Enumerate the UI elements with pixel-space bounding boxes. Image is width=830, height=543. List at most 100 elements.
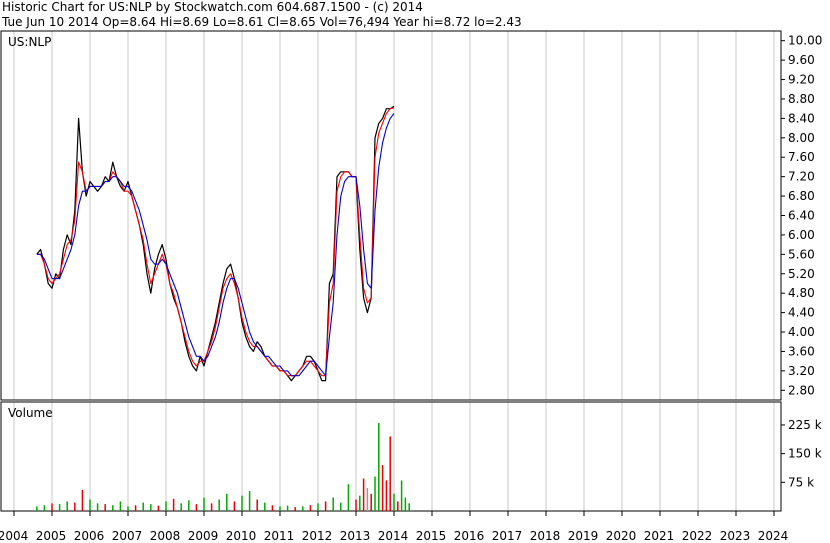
volume-bar bbox=[157, 505, 160, 511]
volume-bar bbox=[279, 506, 281, 511]
historic-chart: US:NLP Volume 10.00 9.60 9.20 8.80 8.40 8.00 7… bbox=[0, 30, 822, 543]
volume-bar bbox=[134, 505, 137, 511]
x-tick-label-2008: 2008 bbox=[150, 529, 181, 543]
volume-bar bbox=[96, 503, 99, 511]
price-tick-label: 4.40 bbox=[788, 306, 815, 320]
volume-bar bbox=[366, 488, 369, 511]
volume-bar bbox=[355, 499, 357, 511]
volume-bar bbox=[241, 495, 243, 511]
x-tick-label-2010: 2010 bbox=[226, 529, 257, 543]
price-axis: 10.00 9.60 9.20 8.80 8.40 8.00 7.60 7.20 6.80 6.4… bbox=[781, 34, 822, 397]
volume-bar bbox=[127, 506, 129, 511]
volume-bar bbox=[404, 497, 407, 511]
volume-bar bbox=[165, 501, 167, 511]
volume-tick-label: 75 k bbox=[788, 475, 814, 489]
volume-bar bbox=[381, 465, 384, 511]
price-tick-label: 3.20 bbox=[788, 364, 815, 378]
volume-bar bbox=[271, 505, 274, 511]
x-tick-label-2012: 2012 bbox=[302, 529, 333, 543]
volume-bar bbox=[218, 499, 220, 511]
volume-bar bbox=[66, 501, 68, 511]
volume-bar bbox=[43, 505, 46, 511]
price-tick-label: 9.20 bbox=[788, 73, 815, 87]
price-tick-label: 6.80 bbox=[788, 189, 815, 203]
x-tick-label-2018: 2018 bbox=[530, 529, 561, 543]
volume-bar bbox=[378, 423, 380, 511]
volume-bar bbox=[256, 499, 258, 511]
x-tick-label-2005: 2005 bbox=[36, 529, 67, 543]
price-tick-label: 6.00 bbox=[788, 228, 815, 242]
x-tick-label-2009: 2009 bbox=[188, 529, 219, 543]
volume-bar bbox=[294, 507, 296, 511]
x-tick-label-2019: 2019 bbox=[568, 529, 599, 543]
x-tick-label-2015: 2015 bbox=[416, 529, 447, 543]
volume-bar bbox=[119, 501, 122, 511]
price-tick-label: 3.60 bbox=[788, 344, 815, 358]
volume-bar bbox=[393, 493, 395, 511]
volume-bar bbox=[180, 503, 182, 511]
volume-bar bbox=[36, 506, 38, 511]
volume-axis: 225 k 150 k 75 k bbox=[781, 418, 822, 489]
volume-bar bbox=[226, 493, 228, 511]
x-tick-label-2016: 2016 bbox=[454, 529, 485, 543]
x-tick-label-2006: 2006 bbox=[74, 529, 105, 543]
volume-bar bbox=[58, 504, 61, 511]
volume-bar bbox=[408, 503, 410, 511]
x-tick-label-2020: 2020 bbox=[606, 529, 637, 543]
volume-bar bbox=[89, 499, 91, 511]
volume-bar bbox=[104, 504, 106, 511]
volume-bar bbox=[150, 504, 152, 511]
volume-bar bbox=[188, 500, 190, 511]
volume-tick-label: 225 k bbox=[788, 418, 822, 432]
price-tick-label: 5.60 bbox=[788, 247, 815, 261]
volume-bar bbox=[203, 497, 205, 511]
volume-bar bbox=[264, 502, 266, 511]
volume-bar bbox=[359, 495, 361, 511]
price-tick-label: 4.80 bbox=[788, 286, 815, 300]
volume-bar bbox=[317, 503, 319, 511]
x-tick-label-2023: 2023 bbox=[720, 529, 751, 543]
price-tick-label: 10.00 bbox=[788, 34, 822, 48]
x-tick-label-2017: 2017 bbox=[492, 529, 523, 543]
volume-tick-label: 150 k bbox=[788, 447, 822, 461]
volume-bar bbox=[397, 501, 399, 511]
volume-bar bbox=[340, 502, 342, 511]
volume-bars bbox=[36, 423, 410, 511]
price-tick-label: 6.40 bbox=[788, 209, 815, 223]
volume-bar bbox=[248, 491, 251, 511]
year-axis: 2004 2005 2006 2007 2008 2009 2010 2011 2012 2013… bbox=[0, 511, 788, 543]
price-tick-label: 8.00 bbox=[788, 131, 815, 145]
price-tick-label: 9.60 bbox=[788, 53, 815, 67]
volume-bar bbox=[332, 497, 334, 511]
volume-bar bbox=[172, 498, 175, 511]
volume-bar bbox=[347, 484, 350, 511]
volume-bar bbox=[324, 501, 327, 511]
price-panel-label: US:NLP bbox=[8, 35, 51, 49]
x-tick-label-2007: 2007 bbox=[112, 529, 143, 543]
volume-bar bbox=[309, 505, 312, 511]
x-tick-label-2011: 2011 bbox=[264, 529, 295, 543]
price-tick-label: 8.40 bbox=[788, 111, 815, 125]
price-tick-label: 8.80 bbox=[788, 92, 815, 106]
x-tick-label-2013: 2013 bbox=[340, 529, 371, 543]
price-tick-label: 4.00 bbox=[788, 325, 815, 339]
volume-bar bbox=[142, 502, 144, 511]
volume-panel-label: Volume bbox=[8, 406, 53, 420]
x-tick-label-2024: 2024 bbox=[758, 529, 789, 543]
volume-bar bbox=[286, 505, 289, 511]
volume-bar bbox=[51, 503, 53, 511]
x-tick-label-2022: 2022 bbox=[682, 529, 713, 543]
volume-bar bbox=[210, 503, 213, 511]
volume-bar bbox=[370, 493, 372, 511]
x-tick-label-2014: 2014 bbox=[378, 529, 409, 543]
price-panel-frame bbox=[0, 30, 782, 401]
volume-bar bbox=[400, 480, 403, 511]
price-tick-label: 5.20 bbox=[788, 267, 815, 281]
volume-bar bbox=[374, 476, 376, 511]
volume-bar bbox=[302, 506, 304, 511]
volume-bar bbox=[81, 489, 84, 511]
price-tick-label: 7.20 bbox=[788, 170, 815, 184]
volume-bar bbox=[74, 502, 76, 511]
volume-bar bbox=[112, 505, 114, 511]
volume-bar bbox=[389, 436, 391, 511]
